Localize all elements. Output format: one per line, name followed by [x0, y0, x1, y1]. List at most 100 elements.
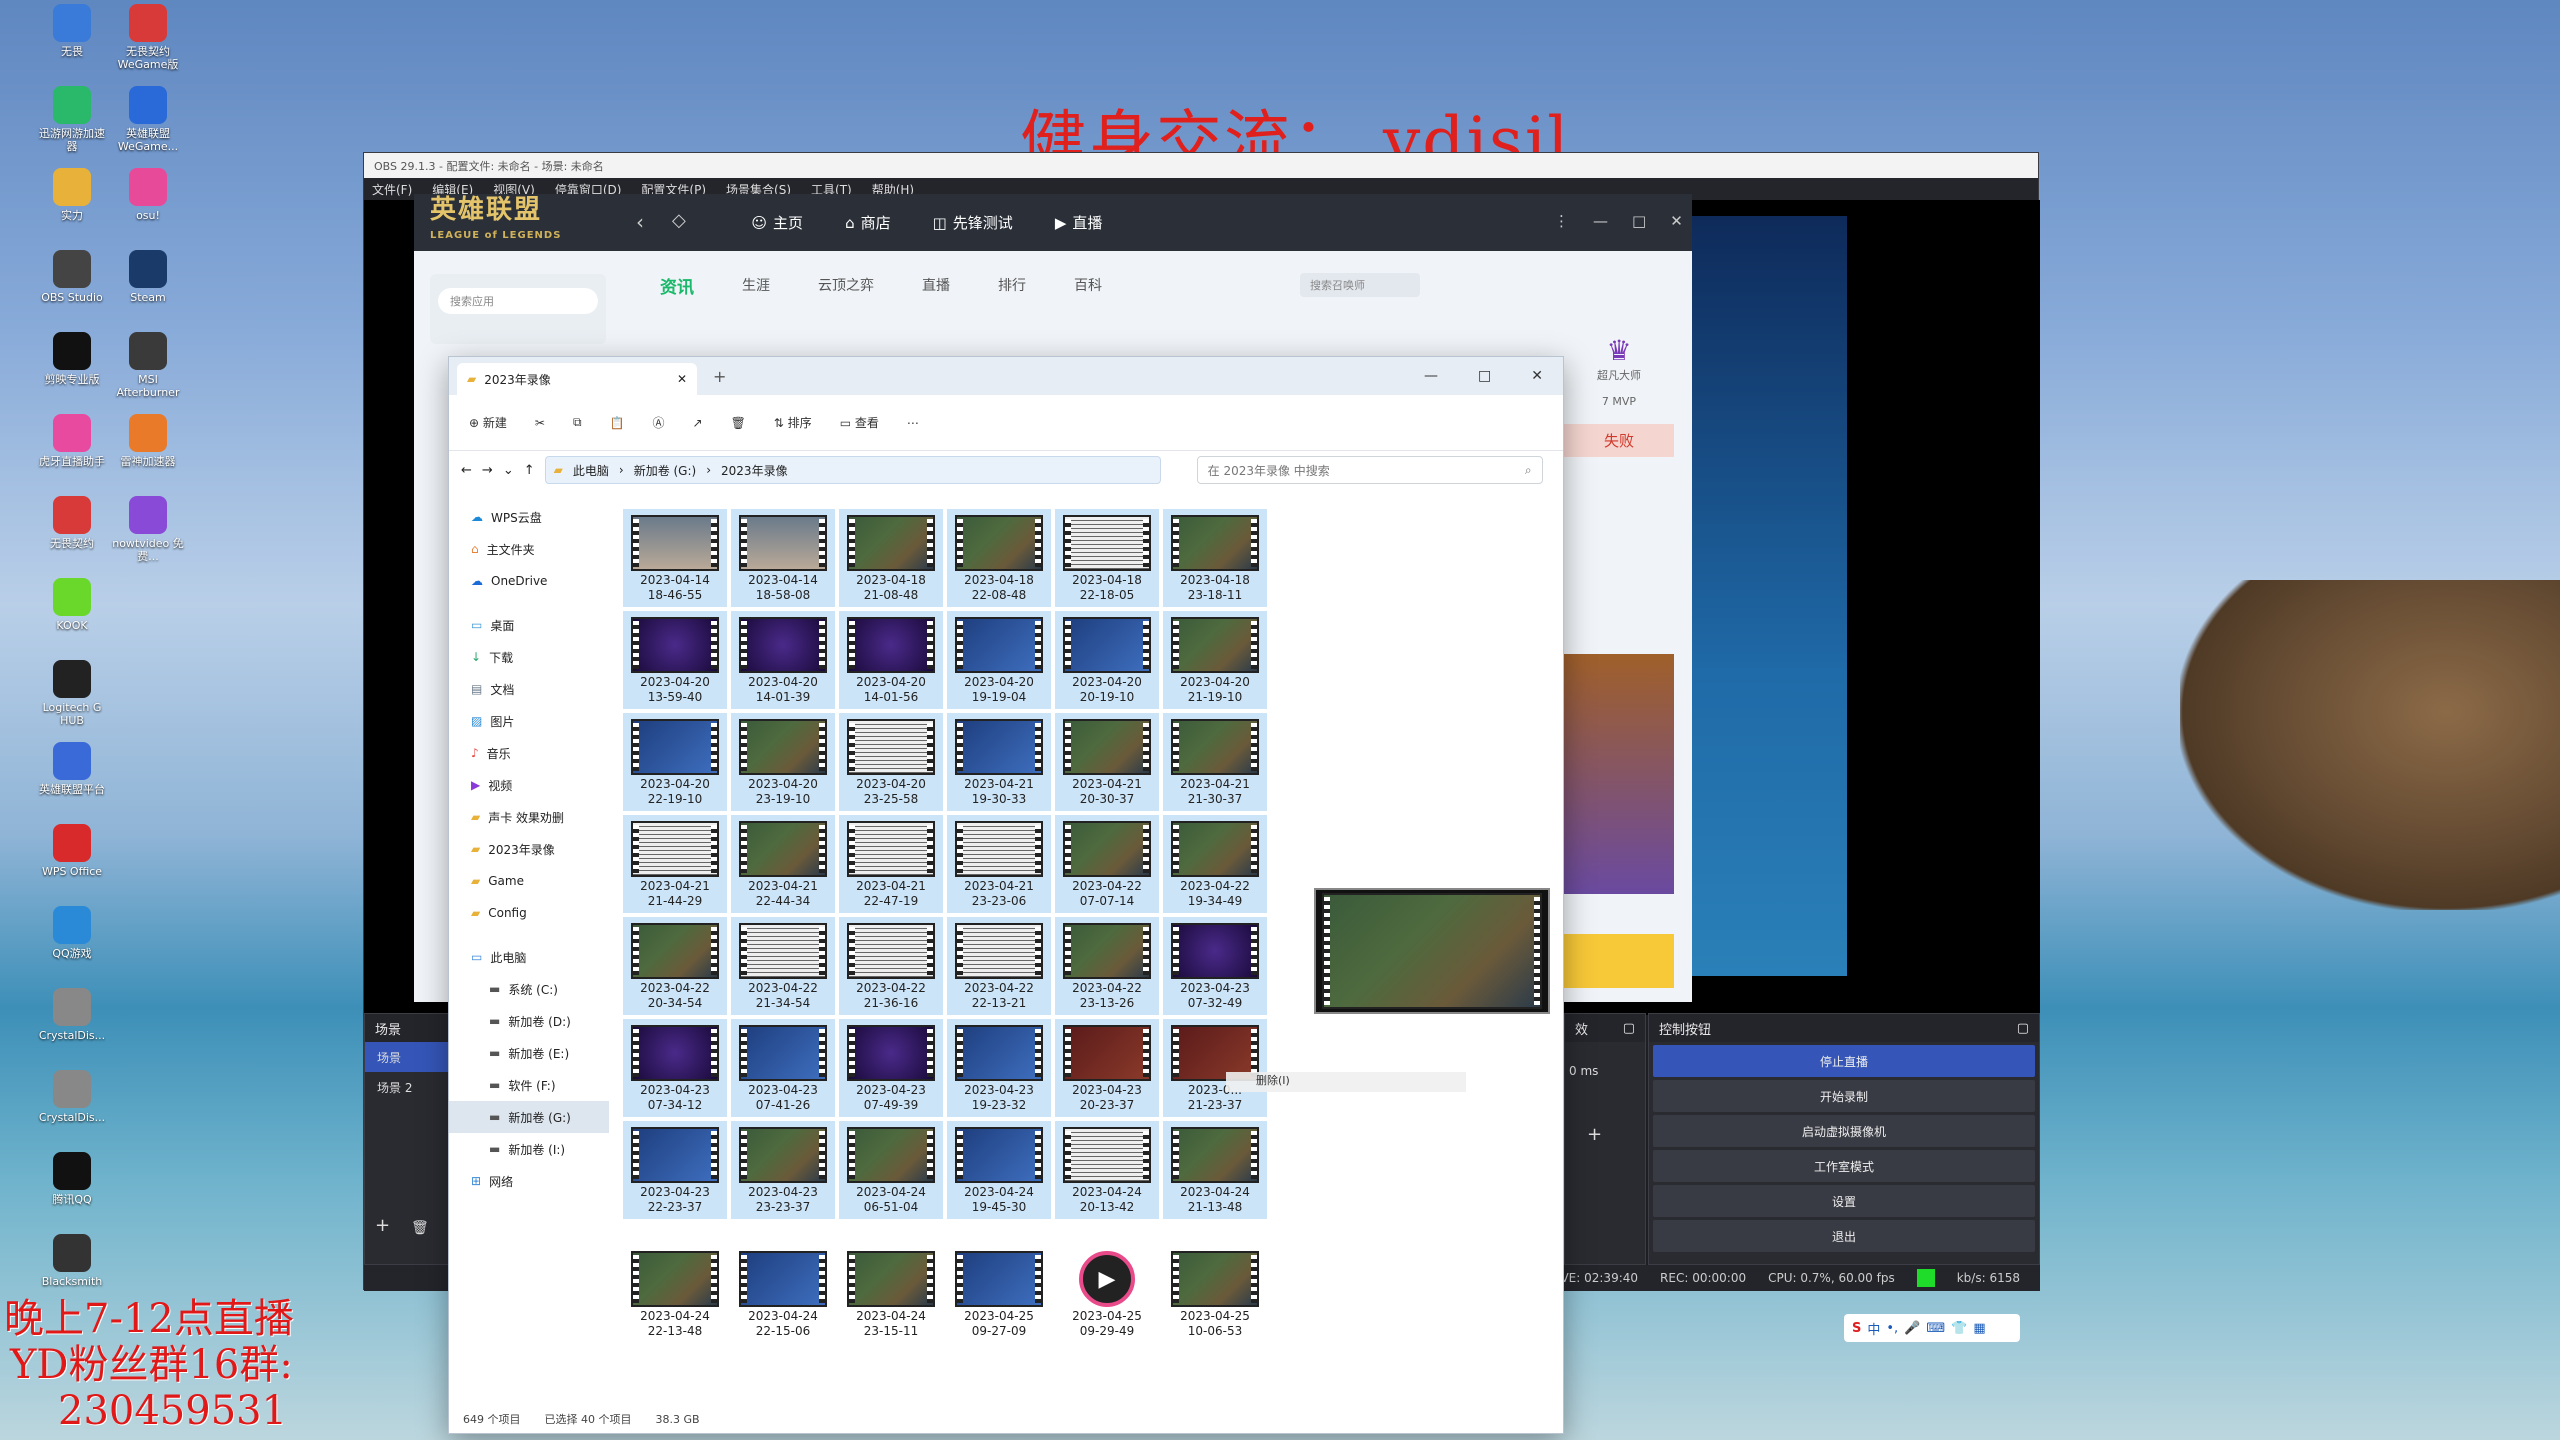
forward-icon[interactable]: →	[482, 463, 493, 478]
ime-mode-icon[interactable]: 中	[1867, 1319, 1880, 1338]
file-tile[interactable]: 2023-04-18 22-08-48	[947, 509, 1051, 607]
minimize-icon[interactable]: —	[1424, 368, 1438, 384]
desktop-icon[interactable]: WPS Office	[34, 824, 110, 878]
file-tile[interactable]: 2023-04-23 07-34-12	[623, 1019, 727, 1117]
share-icon[interactable]: ↗	[693, 416, 703, 430]
nav-item[interactable]: ▤ 文档	[449, 673, 609, 705]
desktop-icon[interactable]: 无畏契约	[34, 496, 110, 550]
desktop-icon[interactable]: OBS Studio	[34, 250, 110, 304]
desktop-icon[interactable]: osu!	[110, 168, 186, 222]
file-tile[interactable]: 2023-04-22 20-34-54	[623, 917, 727, 1015]
forward-icon[interactable]: ◇	[672, 210, 686, 231]
sub-tft[interactable]: 云顶之弈	[818, 275, 874, 295]
crumb-drive[interactable]: 新加卷 (G:)	[634, 462, 697, 479]
desktop-icon[interactable]: Logitech G HUB	[34, 660, 110, 727]
delete-icon[interactable]: 🗑	[731, 416, 746, 430]
sort-button[interactable]: ⇅ 排序	[774, 414, 812, 431]
explorer-tab[interactable]: ▰ 2023年录像 ✕	[457, 363, 697, 395]
virtual-camera-button[interactable]: 启动虚拟摄像机	[1653, 1115, 2035, 1147]
ime-grid-icon[interactable]: ▦	[1973, 1321, 1985, 1336]
file-tile[interactable]: 2023-04-20 23-25-58	[839, 713, 943, 811]
desktop-icon[interactable]: 无畏契约WeGame版	[110, 4, 186, 71]
file-tile[interactable]: 2023-04-22 22-13-21	[947, 917, 1051, 1015]
nav-item[interactable]: ▨ 图片	[449, 705, 609, 737]
file-tile[interactable]: 2023-04-21 21-44-29	[623, 815, 727, 913]
file-tile[interactable]: 2023-04-24 20-13-42	[1055, 1121, 1159, 1219]
desktop-icon[interactable]: CrystalDis...	[34, 1070, 110, 1124]
new-tab-icon[interactable]: +	[713, 367, 726, 386]
nav-item[interactable]: ⌂ 主文件夹	[449, 533, 609, 565]
history-icon[interactable]: ⌄	[503, 463, 514, 478]
file-tile[interactable]: 2023-04-21 22-44-34	[731, 815, 835, 913]
exit-button[interactable]: 退出	[1653, 1220, 2035, 1252]
file-tile[interactable]: 2023-04-23 23-23-37	[731, 1121, 835, 1219]
desktop-icon[interactable]: Steam	[110, 250, 186, 304]
file-tile[interactable]: 2023-04-23 19-23-32	[947, 1019, 1051, 1117]
nav-item[interactable]: ☁ OneDrive	[449, 565, 609, 597]
maximize-icon[interactable]: □	[1632, 212, 1646, 230]
close-icon[interactable]: ✕	[1531, 368, 1543, 384]
file-tile[interactable]: 2023-04-20 14-01-56	[839, 611, 943, 709]
cut-icon[interactable]: ✂	[535, 416, 545, 430]
ime-skin-icon[interactable]: 👕	[1951, 1321, 1967, 1336]
add-icon[interactable]: +	[1587, 1124, 1602, 1145]
studio-mode-button[interactable]: 工作室模式	[1653, 1150, 2035, 1182]
nav-item[interactable]: ▰ 声卡 效果劝删	[449, 801, 609, 833]
file-tile[interactable]: 2023-04-23 07-41-26	[731, 1019, 835, 1117]
minimize-icon[interactable]: —	[1593, 212, 1608, 230]
trash-icon[interactable]: 🗑	[411, 1220, 429, 1236]
dock-icon[interactable]: ▢	[1623, 1021, 1635, 1036]
new-button[interactable]: ⊕ 新建	[469, 414, 507, 431]
rename-icon[interactable]: Ⓐ	[652, 414, 664, 431]
menu-icon[interactable]: ⋮	[1554, 212, 1569, 230]
desktop-icon[interactable]: Blacksmith	[34, 1234, 110, 1288]
nav-item[interactable]: ▬ 新加卷 (E:)	[449, 1037, 609, 1069]
nav-item[interactable]: ▬ 系统 (C:)	[449, 973, 609, 1005]
file-tile[interactable]: 2023-04-18 22-18-05	[1055, 509, 1159, 607]
address-box[interactable]: ▰ 此电脑 › 新加卷 (G:) › 2023年录像	[544, 456, 1161, 484]
file-tile[interactable]: 2023-04-24 23-15-11	[839, 1245, 943, 1343]
file-tile[interactable]: 2023-04-20 19-19-04	[947, 611, 1051, 709]
ime-punct-icon[interactable]: •,	[1886, 1321, 1898, 1336]
file-tile[interactable]: 2023-04-18 21-08-48	[839, 509, 943, 607]
sub-news[interactable]: 资讯	[660, 273, 694, 298]
close-tab-icon[interactable]: ✕	[677, 372, 687, 386]
nav-shop[interactable]: ⌂ 商店	[845, 212, 891, 233]
ime-keyboard-icon[interactable]: ⌨	[1926, 1321, 1945, 1336]
file-tile[interactable]: 2023-04-21 22-47-19	[839, 815, 943, 913]
stop-stream-button[interactable]: 停止直播	[1653, 1045, 2035, 1077]
file-tile[interactable]: 2023-04-20 13-59-40	[623, 611, 727, 709]
add-scene-icon[interactable]: +	[375, 1215, 390, 1236]
file-tile[interactable]: 2023-04-24 19-45-30	[947, 1121, 1051, 1219]
nav-item[interactable]: ↓ 下载	[449, 641, 609, 673]
scene-item-2[interactable]: 场景 2	[365, 1072, 455, 1102]
nav-item[interactable]: ⊞ 网络	[449, 1165, 609, 1197]
file-tile[interactable]: 2023-04-22 07-07-14	[1055, 815, 1159, 913]
desktop-icon[interactable]: 迅游网游加速器	[34, 86, 110, 153]
file-tile[interactable]: 2023-04-22 21-34-54	[731, 917, 835, 1015]
start-record-button[interactable]: 开始录制	[1653, 1080, 2035, 1112]
file-tile[interactable]: 2023-04-14 18-46-55	[623, 509, 727, 607]
file-tile[interactable]: 2023-04-20 14-01-39	[731, 611, 835, 709]
nav-live[interactable]: ▶ 直播	[1055, 212, 1103, 233]
copy-icon[interactable]: ⧉	[573, 415, 582, 430]
up-icon[interactable]: ↑	[524, 463, 535, 478]
file-tile[interactable]: 2023-04-24 22-15-06	[731, 1245, 835, 1343]
nav-item[interactable]: ▶ 视频	[449, 769, 609, 801]
desktop-icon[interactable]: 无畏	[34, 4, 110, 58]
nav-item[interactable]: ▬ 新加卷 (G:)	[449, 1101, 609, 1133]
file-tile[interactable]: 2023-04-24 21-13-48	[1163, 1121, 1267, 1219]
nav-item[interactable]: ▬ 软件 (F:)	[449, 1069, 609, 1101]
file-tile[interactable]: 2023-04-22 19-34-49	[1163, 815, 1267, 913]
file-tile[interactable]: 2023-04-22 23-13-26	[1055, 917, 1159, 1015]
crumb-pc[interactable]: 此电脑	[573, 462, 609, 479]
view-button[interactable]: ▭ 查看	[840, 414, 879, 431]
file-tile[interactable]: 2023-04-20 21-19-10	[1163, 611, 1267, 709]
sub-rank[interactable]: 排行	[998, 275, 1026, 295]
file-tile[interactable]: 2023-04-20 23-19-10	[731, 713, 835, 811]
explorer-search[interactable]: 在 2023年录像 中搜索 ⌕	[1196, 456, 1543, 484]
file-tile[interactable]: 2023-04-21 20-30-37	[1055, 713, 1159, 811]
nav-item[interactable]: ▭ 此电脑	[449, 941, 609, 973]
nav-home[interactable]: ☺ 主页	[751, 212, 803, 233]
dock-icon[interactable]: ▢	[2017, 1021, 2029, 1036]
